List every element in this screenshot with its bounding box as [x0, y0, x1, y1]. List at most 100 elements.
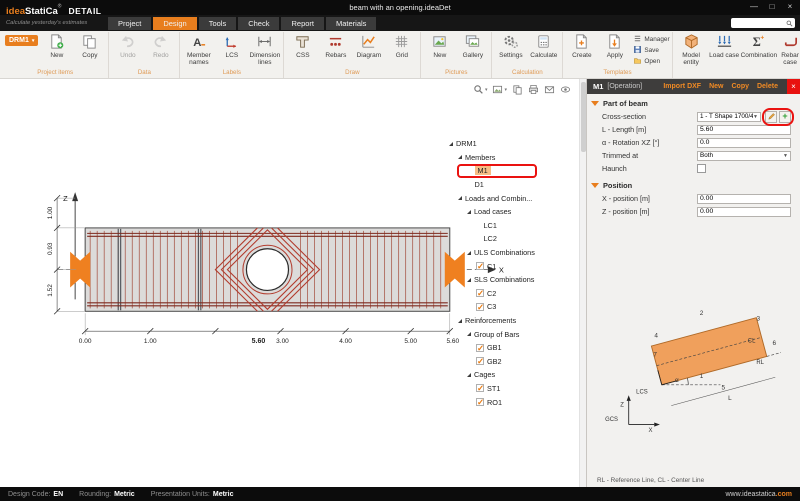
ribbon-item-lcs[interactable]: LCS	[215, 32, 248, 59]
tab-report[interactable]: Report	[281, 17, 324, 30]
tree-item-drm1[interactable]: DRM1	[447, 137, 565, 151]
ribbon-item-new[interactable]: New	[423, 32, 456, 59]
search-box[interactable]	[731, 18, 795, 28]
zoom-icon[interactable]: ▾	[473, 84, 488, 95]
visibility-checkbox[interactable]: ✓	[476, 344, 484, 352]
length-row: L - Length [m]	[591, 123, 794, 136]
visibility-checkbox[interactable]: ✓	[476, 398, 484, 406]
maximize-icon[interactable]: □	[767, 1, 777, 13]
visibility-checkbox[interactable]: ✓	[476, 289, 484, 297]
tab-materials[interactable]: Materials	[326, 17, 376, 30]
ribbon-item-load-case[interactable]: Load case	[708, 32, 741, 59]
tree-item-c1[interactable]: ✓C1	[447, 259, 565, 273]
ribbon-item-rebars[interactable]: Rebars	[319, 32, 352, 59]
haunch-checkbox[interactable]	[697, 164, 706, 173]
expanded-icon[interactable]	[458, 319, 462, 323]
z-position-input[interactable]	[697, 207, 791, 217]
tab-project[interactable]: Project	[108, 17, 151, 30]
tree-item-d1[interactable]: D1	[447, 178, 565, 192]
scrollbar-thumb[interactable]	[581, 82, 586, 152]
tree-item-ro1[interactable]: ✓RO1	[447, 395, 565, 409]
search-input[interactable]	[733, 19, 786, 27]
tree-item-lc2[interactable]: LC2	[447, 232, 565, 246]
add-cross-section-button[interactable]: +	[779, 111, 791, 123]
picture-icon[interactable]: ▾	[492, 84, 507, 95]
trimmed-select[interactable]: Both ▼	[697, 151, 791, 161]
mail-icon[interactable]	[544, 84, 555, 95]
tree-item-members[interactable]: Members	[447, 151, 565, 165]
cross-section-select[interactable]: 1 - T Shape 1700/450 ▼	[697, 112, 761, 122]
ribbon-item-combination[interactable]: Σ+Combination	[741, 32, 774, 59]
tree-item-group-of-bars[interactable]: Group of Bars	[447, 327, 565, 341]
tab-tools[interactable]: Tools	[199, 17, 237, 30]
ribbon-item-gallery[interactable]: Gallery	[456, 32, 489, 59]
ribbon-item-copy[interactable]: Copy	[73, 32, 106, 59]
copy-button[interactable]: Copy	[731, 83, 749, 90]
tree-item-c2[interactable]: ✓C2	[447, 287, 565, 301]
ribbon-item-css[interactable]: CSS	[286, 32, 319, 59]
ribbon-item-calculate[interactable]: Calculate	[527, 32, 560, 59]
rotation-input[interactable]	[697, 138, 791, 148]
minimize-icon[interactable]: —	[749, 1, 759, 13]
expanded-icon[interactable]	[467, 278, 471, 282]
tree-item-load-cases[interactable]: Load cases	[447, 205, 565, 219]
visibility-checkbox[interactable]: ✓	[476, 262, 484, 270]
ribbon-item-dimension-lines[interactable]: Dimension lines	[248, 32, 281, 66]
ribbon-item-model-entity[interactable]: Model entity	[675, 32, 708, 66]
drawing-canvas[interactable]: ▾▾ Z X	[0, 79, 579, 487]
ribbon-item-new[interactable]: New	[40, 32, 73, 59]
delete-button[interactable]: Delete	[757, 83, 778, 90]
opening-circle[interactable]	[243, 245, 292, 294]
panel-close-button[interactable]: ×	[787, 79, 800, 94]
expanded-icon[interactable]	[467, 251, 471, 255]
tree-item-reinforcements[interactable]: Reinforcements	[447, 314, 565, 328]
tree-item-uls-combinations[interactable]: ULS Combinations	[447, 246, 565, 260]
tree-item-m1[interactable]: M1	[447, 164, 565, 178]
section-expander-icon[interactable]	[591, 101, 599, 106]
expanded-icon[interactable]	[467, 332, 471, 336]
ribbon-item-grid[interactable]: Grid	[385, 32, 418, 59]
ribbon-item-diagram[interactable]: Diagram	[352, 32, 385, 59]
ribbon-item-create[interactable]: Create	[565, 32, 598, 59]
expanded-icon[interactable]	[449, 142, 453, 146]
tree-item-st1[interactable]: ✓ST1	[447, 382, 565, 396]
tab-check[interactable]: Check	[238, 17, 279, 30]
length-input[interactable]	[697, 125, 791, 135]
project-item-select[interactable]: DRM1▾	[5, 35, 38, 46]
canvas-scrollbar[interactable]	[579, 79, 586, 487]
tree-item-lc1[interactable]: LC1	[447, 219, 565, 233]
rotation-row: α - Rotation XZ [°]	[591, 136, 794, 149]
ribbon-item-open[interactable]: Open	[633, 56, 669, 67]
close-icon[interactable]: ×	[785, 1, 795, 13]
visibility-checkbox[interactable]: ✓	[476, 357, 484, 365]
ribbon-item-settings[interactable]: Settings	[494, 32, 527, 59]
eye-icon[interactable]	[560, 84, 571, 95]
ribbon-item-manager[interactable]: Manager	[633, 34, 669, 45]
ribbon-item-member-names[interactable]: AMember names	[182, 32, 215, 66]
expanded-icon[interactable]	[467, 210, 471, 214]
edit-cross-section-button[interactable]	[765, 111, 777, 123]
tree-item-loads-and-combin[interactable]: Loads and Combin...	[447, 191, 565, 205]
tree-item-sls-combinations[interactable]: SLS Combinations	[447, 273, 565, 287]
visibility-checkbox[interactable]: ✓	[476, 303, 484, 311]
x-position-input[interactable]	[697, 194, 791, 204]
printer-icon[interactable]	[528, 84, 539, 95]
visibility-checkbox[interactable]: ✓	[476, 384, 484, 392]
import-dxf-button[interactable]: Import DXF	[663, 83, 701, 90]
section-expander-icon[interactable]	[591, 183, 599, 188]
tree-item-gb2[interactable]: ✓GB2	[447, 355, 565, 369]
tab-design[interactable]: Design	[153, 17, 196, 30]
tree-item-c3[interactable]: ✓C3	[447, 300, 565, 314]
tree-item-gb1[interactable]: ✓GB1	[447, 341, 565, 355]
copy-icon[interactable]	[512, 84, 523, 95]
website-link[interactable]: www.ideastatica.com	[725, 491, 792, 498]
ribbon-item-save[interactable]: Save	[633, 45, 669, 56]
ribbon-item-apply[interactable]: Apply	[598, 32, 631, 59]
expanded-icon[interactable]	[458, 155, 462, 159]
new-button[interactable]: New	[709, 83, 723, 90]
ribbon-item-rebar-case[interactable]: Rebar case	[774, 32, 800, 66]
expanded-icon[interactable]	[467, 373, 471, 377]
tree-item-cages[interactable]: Cages	[447, 368, 565, 382]
expanded-icon[interactable]	[458, 196, 462, 200]
ribbon-item-label: Copy	[73, 52, 106, 59]
